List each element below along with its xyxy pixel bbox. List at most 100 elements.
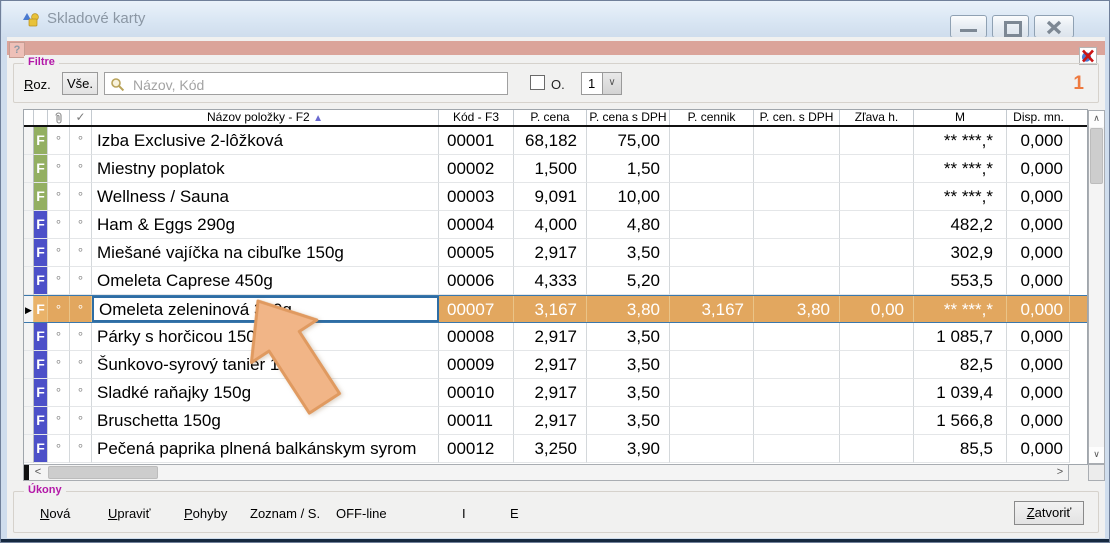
- p-cena-cell[interactable]: 68,182: [514, 127, 587, 155]
- maximize-button[interactable]: [992, 15, 1029, 38]
- table-row[interactable]: F°°Omeleta Caprese 450g000064,3335,20553…: [24, 267, 1087, 295]
- p-cen-dph-cell[interactable]: [754, 379, 840, 407]
- p-cennik-cell[interactable]: [670, 407, 754, 435]
- table-row[interactable]: F°°Ham & Eggs 290g000044,0004,80482,20,0…: [24, 211, 1087, 239]
- scroll-down-icon[interactable]: ∨: [1089, 447, 1104, 463]
- action-i[interactable]: I: [462, 506, 466, 521]
- disp-mn-cell[interactable]: 0,000: [1007, 379, 1070, 407]
- item-code-cell[interactable]: 00004: [439, 211, 514, 239]
- p-cen-dph-cell[interactable]: [754, 267, 840, 295]
- table-row[interactable]: F°°Bruschetta 150g000112,9173,501 566,80…: [24, 407, 1087, 435]
- table-row[interactable]: ▶F°°Omeleta zeleninová 360g000073,1673,8…: [24, 295, 1087, 323]
- p-cennik-cell[interactable]: [670, 239, 754, 267]
- item-code-cell[interactable]: 00012: [439, 435, 514, 463]
- vse-button[interactable]: Vše.: [62, 72, 98, 95]
- m-cell[interactable]: 85,5: [914, 435, 1007, 463]
- zlava-cell[interactable]: [840, 127, 914, 155]
- header-m[interactable]: M: [914, 110, 1007, 125]
- p-cena-cell[interactable]: 3,250: [514, 435, 587, 463]
- table-row[interactable]: F°°Miešané vajíčka na cibuľke 150g000052…: [24, 239, 1087, 267]
- header-name[interactable]: Názov položky - F2 ▲: [92, 110, 439, 125]
- header-p-cennik[interactable]: P. cennik: [670, 110, 754, 125]
- table-row[interactable]: F°°Párky s horčicou 150g000082,9173,501 …: [24, 323, 1087, 351]
- zlava-cell[interactable]: [840, 407, 914, 435]
- zlava-cell[interactable]: [840, 323, 914, 351]
- scroll-left-icon[interactable]: <: [30, 465, 46, 480]
- action-offline[interactable]: OFF-line: [336, 506, 387, 521]
- row-selector[interactable]: [24, 211, 34, 239]
- p-cena-cell[interactable]: 2,917: [514, 351, 587, 379]
- p-cen-dph-cell[interactable]: [754, 127, 840, 155]
- p-cena-cell[interactable]: 2,917: [514, 239, 587, 267]
- m-cell[interactable]: 553,5: [914, 267, 1007, 295]
- zlava-cell[interactable]: [840, 211, 914, 239]
- action-zoznam[interactable]: Zoznam / S.: [250, 506, 320, 521]
- item-name-cell[interactable]: Pečená paprika plnená balkánskym syrom: [92, 435, 439, 463]
- p-cena-dph-cell[interactable]: 3,50: [587, 323, 670, 351]
- horizontal-scroll-thumb[interactable]: [48, 466, 158, 479]
- item-name-cell[interactable]: Izba Exclusive 2-lôžková: [92, 127, 439, 155]
- p-cen-dph-cell[interactable]: [754, 183, 840, 211]
- zlava-cell[interactable]: [840, 351, 914, 379]
- row-selector[interactable]: [24, 239, 34, 267]
- zlava-cell[interactable]: 0,00: [840, 296, 914, 322]
- p-cen-dph-cell[interactable]: [754, 323, 840, 351]
- scroll-up-icon[interactable]: ∧: [1089, 111, 1104, 127]
- p-cen-dph-cell[interactable]: [754, 435, 840, 463]
- item-name-cell[interactable]: Bruschetta 150g: [92, 407, 439, 435]
- row-selector[interactable]: [24, 323, 34, 351]
- item-code-cell[interactable]: 00011: [439, 407, 514, 435]
- zatvorit-button[interactable]: Zatvoriť: [1014, 501, 1084, 525]
- p-cena-dph-cell[interactable]: 4,80: [587, 211, 670, 239]
- p-cena-cell[interactable]: 9,091: [514, 183, 587, 211]
- m-cell[interactable]: ** ***,*: [914, 127, 1007, 155]
- item-code-cell[interactable]: 00007: [439, 296, 514, 322]
- p-cen-dph-cell[interactable]: 3,80: [754, 296, 840, 322]
- roz-link[interactable]: Roz.: [24, 77, 51, 92]
- p-cennik-cell[interactable]: [670, 379, 754, 407]
- table-row[interactable]: F°°Sladké raňajky 150g000102,9173,501 03…: [24, 379, 1087, 407]
- p-cennik-cell[interactable]: [670, 351, 754, 379]
- p-cena-cell[interactable]: 4,000: [514, 211, 587, 239]
- m-cell[interactable]: ** ***,*: [914, 155, 1007, 183]
- m-cell[interactable]: 1 085,7: [914, 323, 1007, 351]
- row-selector[interactable]: [24, 267, 34, 295]
- item-code-cell[interactable]: 00002: [439, 155, 514, 183]
- minimize-button[interactable]: [950, 15, 987, 38]
- p-cena-dph-cell[interactable]: 3,50: [587, 407, 670, 435]
- p-cen-dph-cell[interactable]: [754, 211, 840, 239]
- action-upravit[interactable]: Upraviť: [108, 506, 150, 521]
- p-cena-cell[interactable]: 4,333: [514, 267, 587, 295]
- p-cennik-cell[interactable]: [670, 435, 754, 463]
- item-name-cell[interactable]: Ham & Eggs 290g: [92, 211, 439, 239]
- o-checkbox[interactable]: [530, 75, 545, 90]
- disp-mn-cell[interactable]: 0,000: [1007, 211, 1070, 239]
- zlava-cell[interactable]: [840, 239, 914, 267]
- disp-mn-cell[interactable]: 0,000: [1007, 267, 1070, 295]
- m-cell[interactable]: 1 566,8: [914, 407, 1007, 435]
- p-cennik-cell[interactable]: [670, 183, 754, 211]
- item-code-cell[interactable]: 00001: [439, 127, 514, 155]
- p-cen-dph-cell[interactable]: [754, 351, 840, 379]
- row-selector[interactable]: [24, 155, 34, 183]
- p-cennik-cell[interactable]: [670, 267, 754, 295]
- table-row[interactable]: F°°Šunkovo-syrový tanier 150g000092,9173…: [24, 351, 1087, 379]
- row-selector[interactable]: ▶: [24, 296, 34, 322]
- p-cena-cell[interactable]: 2,917: [514, 323, 587, 351]
- p-cena-dph-cell[interactable]: 1,50: [587, 155, 670, 183]
- m-cell[interactable]: 82,5: [914, 351, 1007, 379]
- header-zlava[interactable]: Zľava h.: [840, 110, 914, 125]
- header-p-cena[interactable]: P. cena: [514, 110, 587, 125]
- table-row[interactable]: F°°Izba Exclusive 2-lôžková0000168,18275…: [24, 127, 1087, 155]
- p-cen-dph-cell[interactable]: [754, 155, 840, 183]
- scroll-right-icon[interactable]: >: [1052, 465, 1068, 480]
- action-e[interactable]: E: [510, 506, 519, 521]
- p-cena-dph-cell[interactable]: 5,20: [587, 267, 670, 295]
- p-cena-cell[interactable]: 1,500: [514, 155, 587, 183]
- table-row[interactable]: F°°Pečená paprika plnená balkánskym syro…: [24, 435, 1087, 463]
- close-button[interactable]: [1034, 15, 1074, 38]
- m-cell[interactable]: ** ***,*: [914, 296, 1007, 322]
- header-p-cen-s-dph[interactable]: P. cen. s DPH: [754, 110, 840, 125]
- help-button[interactable]: ?: [9, 42, 25, 58]
- zlava-cell[interactable]: [840, 379, 914, 407]
